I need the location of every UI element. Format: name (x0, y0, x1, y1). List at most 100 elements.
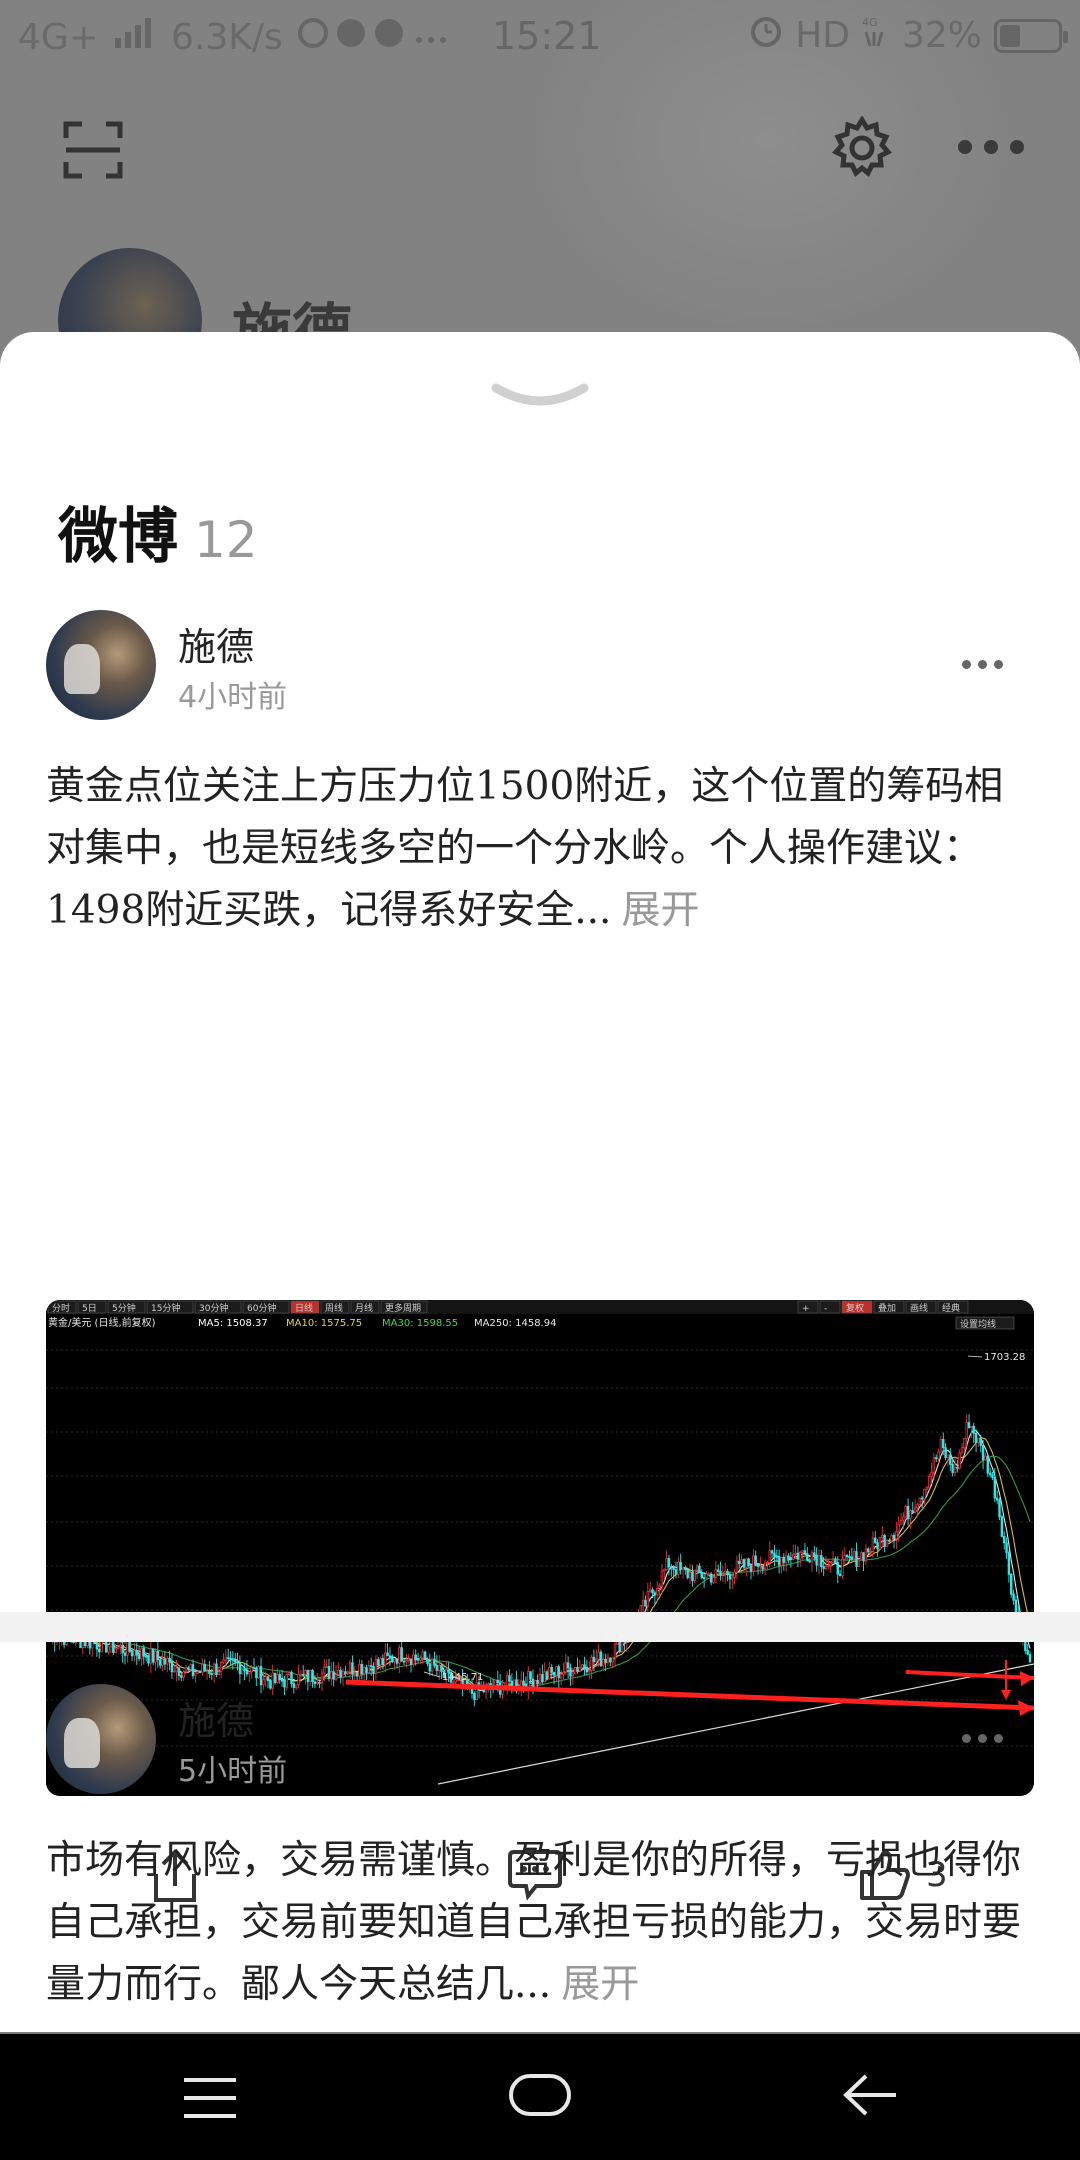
candle (505, 1675, 509, 1687)
candle (555, 1666, 558, 1676)
candle (233, 1659, 237, 1663)
candle (827, 1565, 830, 1567)
post-text[interactable]: 黄金点位关注上方压力位1500附近，这个位置的筹码相对集中，也是短线多空的一个分… (46, 756, 1036, 942)
candle (864, 1548, 868, 1562)
candle (693, 1569, 696, 1582)
candle (353, 1673, 357, 1675)
candle (951, 1463, 954, 1473)
signal-icon (113, 16, 157, 59)
candle (95, 1642, 99, 1650)
toolbar-right-label: 叠加 (878, 1303, 896, 1314)
candle (135, 1650, 138, 1656)
post-text[interactable]: 市场有风险，交易需谨慎。盈利是你的所得，亏损也得你自己承担，交易前要知道自己承担… (46, 1830, 1036, 2016)
settings-label: 设置均线 (960, 1318, 996, 1330)
chart-info-label: MA5: 1508.37 (198, 1318, 268, 1329)
candle (721, 1573, 725, 1576)
candle (656, 1588, 659, 1596)
candle (590, 1656, 593, 1671)
avatar[interactable] (46, 1684, 156, 1794)
candle (433, 1658, 436, 1666)
back-icon[interactable] (840, 2070, 900, 2124)
candle (580, 1664, 584, 1668)
menu-icon[interactable] (182, 2076, 238, 2124)
post-author[interactable]: 施德 (178, 1690, 254, 1745)
candle (829, 1562, 832, 1566)
candle (121, 1644, 124, 1654)
home-icon[interactable] (508, 2070, 572, 2124)
scan-icon[interactable] (62, 118, 126, 186)
candle (248, 1671, 251, 1675)
candle (569, 1667, 572, 1677)
candle (309, 1669, 312, 1683)
candle (154, 1651, 157, 1663)
candle (599, 1651, 603, 1667)
candle (763, 1562, 767, 1570)
candle (107, 1646, 110, 1653)
candle (817, 1555, 821, 1566)
candle (679, 1561, 682, 1570)
candle (892, 1535, 896, 1540)
candle (691, 1571, 694, 1582)
candle (212, 1663, 216, 1675)
candle (374, 1659, 378, 1674)
candle (876, 1542, 879, 1550)
candle (414, 1654, 417, 1659)
candle (276, 1674, 279, 1683)
candle (219, 1661, 223, 1673)
candle (180, 1675, 183, 1678)
post-time: 5小时前 (178, 1754, 288, 1789)
candle (677, 1561, 680, 1575)
candle (981, 1444, 985, 1461)
candle (423, 1651, 427, 1660)
candle (156, 1651, 160, 1661)
post-more-icon[interactable] (962, 660, 1003, 669)
candle (684, 1567, 687, 1571)
candle (166, 1658, 169, 1665)
candle (316, 1681, 319, 1685)
candle (752, 1555, 755, 1572)
candle (944, 1447, 947, 1459)
expand-link[interactable]: 展开 (561, 1962, 639, 2007)
toolbar-tab-label: 日线 (295, 1302, 313, 1314)
chart-info-label: 黄金/美元 (日线,前复权) (48, 1316, 156, 1329)
candle (841, 1558, 844, 1577)
candle (813, 1552, 816, 1556)
candle (583, 1664, 586, 1668)
collapse-handle-icon[interactable] (490, 380, 590, 420)
candle (899, 1519, 903, 1525)
candle (970, 1425, 973, 1429)
candle (402, 1660, 406, 1663)
candle (487, 1683, 490, 1686)
candle (609, 1657, 612, 1663)
candle (222, 1659, 225, 1663)
candle (531, 1678, 535, 1688)
candle (264, 1676, 267, 1681)
candle (388, 1655, 392, 1658)
candle (236, 1661, 239, 1664)
candle (782, 1557, 786, 1563)
candle (229, 1657, 232, 1660)
more-options-icon[interactable] (958, 140, 1024, 154)
candle (297, 1674, 300, 1686)
expand-link[interactable]: 展开 (621, 888, 699, 933)
avatar[interactable] (46, 610, 156, 720)
gear-icon[interactable] (830, 115, 894, 184)
candle (428, 1663, 432, 1672)
candle (341, 1671, 345, 1678)
candle (412, 1654, 415, 1666)
high-label: 1703.28 (984, 1352, 1025, 1363)
candle (163, 1659, 167, 1665)
post-more-icon[interactable] (962, 1734, 1003, 1743)
post-author[interactable]: 施德 (178, 616, 254, 671)
candle (855, 1551, 858, 1567)
candle (306, 1670, 310, 1683)
candle (965, 1422, 968, 1439)
candle (913, 1507, 917, 1513)
candle (386, 1652, 389, 1657)
candle (995, 1497, 999, 1501)
candle (754, 1555, 757, 1566)
candle (311, 1669, 314, 1683)
candle (822, 1566, 825, 1569)
candle (562, 1671, 565, 1675)
candle (224, 1657, 228, 1661)
